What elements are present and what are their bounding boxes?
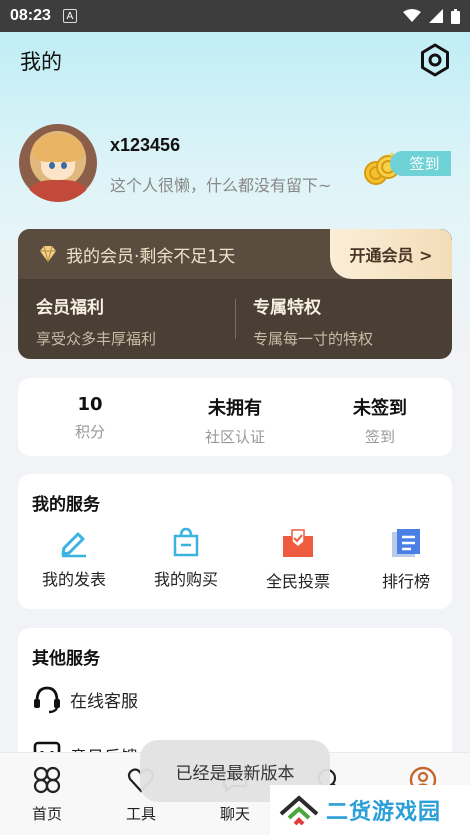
service-label: 全民投票 (265, 572, 330, 591)
tab-label: 首页 (31, 805, 62, 823)
tab-label: 工具 (125, 805, 156, 823)
open-vip-button[interactable]: 开通会员 > (330, 229, 452, 279)
service-my-posts[interactable]: 我的发表 (24, 526, 124, 590)
watermark-text: 二货游戏园 (326, 800, 442, 825)
stat-signin[interactable]: 未签到 签到 (320, 394, 440, 447)
stat-label: 积分 (74, 423, 105, 441)
vip-benefit-subtitle: 专属每一寸的特权 (253, 330, 374, 348)
stat-label: 社区认证 (204, 428, 265, 446)
headset-icon (34, 686, 60, 714)
settings-gear-icon[interactable] (418, 43, 452, 77)
section-title: 其他服务 (32, 649, 100, 669)
stats-card: 10 积分 未拥有 社区认证 未签到 签到 (18, 378, 452, 456)
stat-value: 未拥有 (208, 398, 262, 419)
tab-home[interactable]: 首页 (12, 765, 82, 824)
watermark-logo-icon (279, 795, 319, 826)
online-support-label: 在线客服 (70, 691, 138, 712)
stat-label: 签到 (364, 428, 395, 446)
vip-benefit-title: 会员福利 (36, 298, 104, 318)
status-time: 08:23 (10, 7, 51, 24)
service-label: 排行榜 (381, 572, 430, 591)
status-bar: 08:23 A (0, 0, 470, 32)
stat-value: 10 (77, 394, 103, 415)
service-label: 我的发表 (41, 570, 106, 589)
stat-community-cert[interactable]: 未拥有 社区认证 (175, 394, 295, 447)
status-icons (403, 8, 460, 24)
username: x123456 (110, 135, 181, 155)
diamond-icon (40, 245, 56, 263)
stat-value: 未签到 (353, 398, 407, 419)
home-icon (33, 766, 61, 794)
watermark: 二货游戏园 (270, 785, 470, 835)
vip-status-text: 我的会员·剩余不足1天 (66, 247, 236, 267)
battery-icon (451, 8, 460, 24)
signin-button[interactable]: 签到 (390, 151, 451, 176)
vote-icon (283, 529, 313, 557)
shopping-bag-icon (173, 527, 199, 557)
section-title: 我的服务 (32, 495, 100, 515)
vip-benefit-privilege[interactable]: 专属特权 专属每一寸的特权 (253, 293, 373, 349)
avatar[interactable] (19, 124, 97, 202)
vip-benefit-subtitle: 享受众多丰厚福利 (36, 330, 157, 348)
vip-benefit-title: 专属特权 (253, 298, 321, 318)
signal-icon (429, 9, 443, 23)
page-title: 我的 (20, 50, 62, 74)
wifi-icon (403, 9, 421, 22)
edit-icon (61, 532, 86, 558)
my-services-card: 我的服务 我的发表 我的购买 全民投票 排行榜 (18, 474, 452, 609)
vip-divider (235, 299, 236, 339)
service-label: 我的购买 (153, 570, 218, 589)
service-my-purchases[interactable]: 我的购买 (136, 526, 236, 590)
tab-label: 聊天 (219, 805, 250, 823)
service-ranking[interactable]: 排行榜 (356, 526, 456, 592)
user-bio: 这个人很懒，什么都没有留下~ (110, 176, 332, 195)
stat-points[interactable]: 10 积分 (30, 394, 150, 442)
notification-icon: A (62, 9, 77, 23)
ranking-icon (392, 529, 420, 557)
service-vote[interactable]: 全民投票 (248, 526, 348, 592)
vip-card: 我的会员·剩余不足1天 开通会员 > 会员福利 享受众多丰厚福利 专属特权 专属… (18, 229, 452, 359)
vip-benefit-welfare[interactable]: 会员福利 享受众多丰厚福利 (36, 293, 156, 349)
online-support-item[interactable]: 在线客服 (32, 684, 138, 714)
